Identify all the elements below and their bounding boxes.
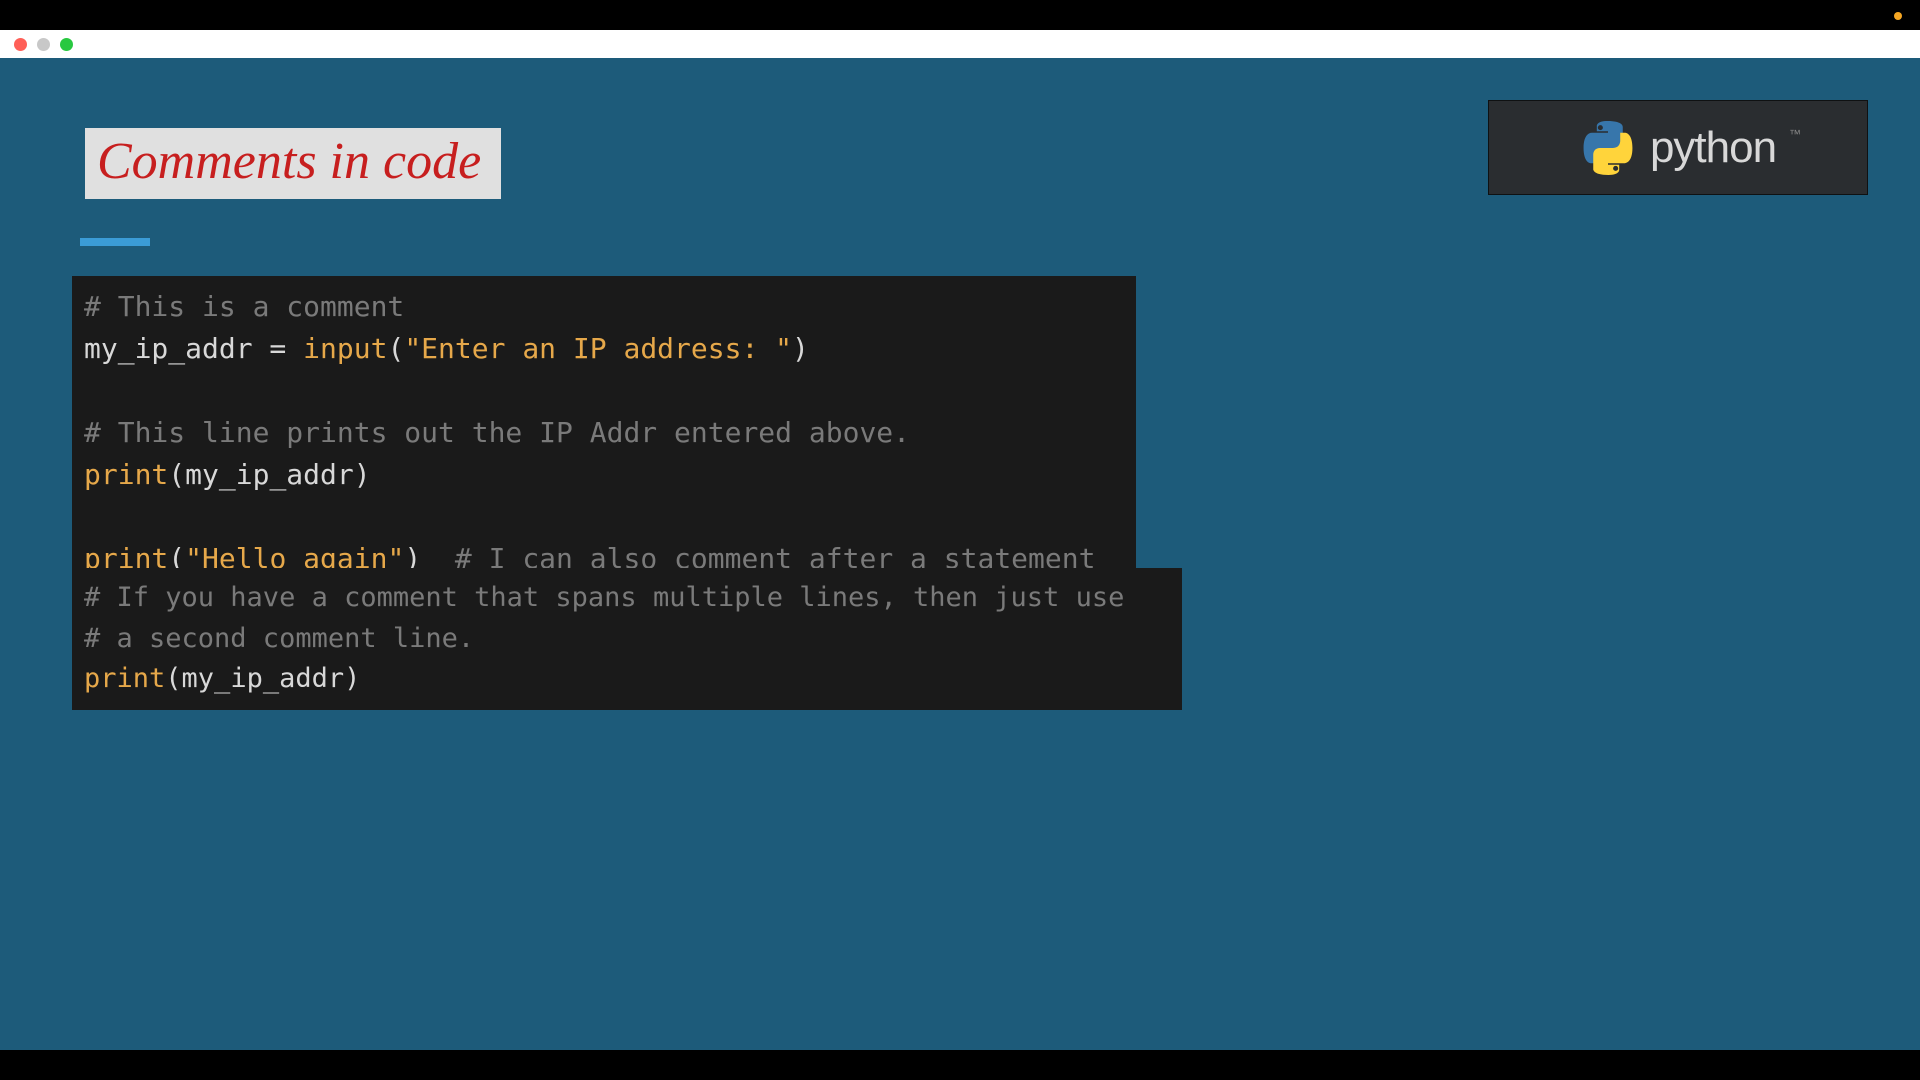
- minimize-icon[interactable]: [37, 38, 50, 51]
- notification-dot-icon: [1894, 12, 1902, 20]
- code-identifier: my_ip_addr: [84, 332, 253, 365]
- python-logo-icon: [1580, 120, 1636, 176]
- letterbox-bottom-bar: [0, 1050, 1920, 1080]
- code-block-2: # If you have a comment that spans multi…: [72, 568, 1182, 710]
- code-function: input: [303, 332, 387, 365]
- code-paren: ): [792, 332, 809, 365]
- accent-line: [80, 238, 150, 246]
- code-string: "Enter an IP address: ": [404, 332, 792, 365]
- code-paren: ): [344, 663, 360, 694]
- code-identifier: my_ip_addr: [182, 663, 345, 694]
- zoom-icon[interactable]: [60, 38, 73, 51]
- slide-title: Comments in code: [85, 128, 501, 199]
- code-comment: # If you have a comment that spans multi…: [84, 582, 1124, 613]
- viewport: Comments in code python ™ # This is a com…: [0, 0, 1920, 1080]
- code-comment: # This line prints out the IP Addr enter…: [84, 416, 910, 449]
- python-logo: python ™: [1488, 100, 1868, 195]
- slide-canvas: Comments in code python ™ # This is a com…: [0, 58, 1920, 1050]
- close-icon[interactable]: [14, 38, 27, 51]
- code-function: print: [84, 663, 165, 694]
- code-identifier: my_ip_addr: [185, 458, 354, 491]
- code-paren: (: [168, 458, 185, 491]
- python-logo-text: python™: [1650, 123, 1776, 173]
- code-comment: # This is a comment: [84, 290, 404, 323]
- code-paren: (: [165, 663, 181, 694]
- code-operator: =: [253, 332, 304, 365]
- code-paren: (: [387, 332, 404, 365]
- code-block-1: # This is a comment my_ip_addr = input("…: [72, 276, 1136, 590]
- code-function: print: [84, 458, 168, 491]
- window-chrome: [0, 30, 1920, 58]
- logo-word: python: [1650, 123, 1776, 172]
- code-paren: ): [354, 458, 371, 491]
- letterbox-top-bar: [0, 0, 1920, 30]
- code-comment: # a second comment line.: [84, 623, 474, 654]
- trademark-symbol: ™: [1789, 127, 1800, 141]
